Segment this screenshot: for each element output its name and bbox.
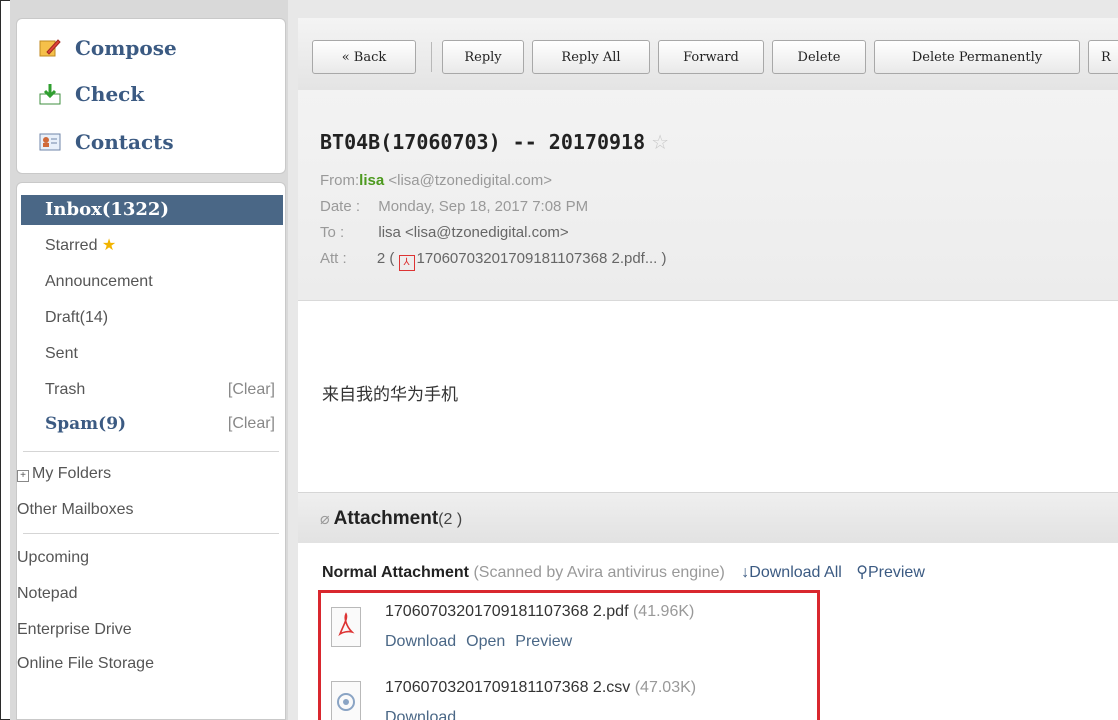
pdf-file-name: 17060703201709181107368 2.pdf (41.96K) (385, 603, 694, 621)
star-icon: ★ (101, 237, 117, 254)
download-all-link[interactable]: Download All (749, 564, 842, 581)
att-file-link[interactable]: 17060703201709181107368 2.pdf... ) (417, 250, 667, 267)
spam-label: Spam(9) (45, 414, 127, 434)
csv-file-name: 17060703201709181107368 2.csv (47.03K) (385, 679, 696, 697)
file-name-text: 17060703201709181107368 2.pdf (385, 603, 629, 620)
preview-all-link[interactable]: Preview (868, 564, 925, 581)
sidebar-item-enterprise-drive[interactable]: Enterprise Drive (17, 615, 285, 645)
date-label: Date : (320, 198, 361, 215)
sidebar-item-online-file-storage[interactable]: Online File Storage (17, 649, 285, 679)
pdf-file-icon (331, 607, 361, 647)
preview-link[interactable]: Preview (515, 633, 572, 650)
sidebar-item-sent[interactable]: Sent (17, 339, 285, 369)
delete-button[interactable]: Delete (772, 40, 866, 74)
csv-file-icon (331, 681, 361, 720)
my-folders-label: My Folders (32, 465, 112, 482)
divider (23, 533, 279, 534)
divider (23, 451, 279, 452)
message-view: « Back Reply Reply All Forward Delete De… (298, 18, 1118, 720)
check-mail-icon (39, 83, 61, 105)
att-count: 2 ( (376, 250, 399, 267)
contacts-label: Contacts (75, 130, 174, 154)
pdf-file-actions: Download Open Preview (385, 633, 582, 651)
attachment-count: (2 ) (438, 511, 463, 528)
more-button[interactable]: R (1088, 40, 1118, 74)
download-link[interactable]: Download (385, 633, 456, 650)
pdf-icon: ⅄ (398, 255, 415, 271)
contacts-button[interactable]: Contacts (39, 125, 174, 159)
att-row: Att : 2 ( ⅄ 17060703201709181107368 2.pdf… (320, 250, 667, 271)
toolbar: « Back Reply Reply All Forward Delete De… (298, 18, 1118, 90)
att-label: Att : (320, 250, 347, 267)
forward-button[interactable]: Forward (658, 40, 764, 74)
sidebar-item-trash[interactable]: Trash [Clear] (17, 375, 285, 405)
normal-attachment-row: Normal Attachment (Scanned by Avira anti… (322, 562, 925, 582)
scan-note: (Scanned by Avira antivirus engine) (473, 564, 725, 581)
sidebar-item-spam[interactable]: Spam(9) [Clear] (17, 409, 285, 439)
reply-all-button[interactable]: Reply All (532, 40, 650, 74)
subject-text: BT04B(17060703) -- 20170918 (320, 130, 646, 154)
trash-label: Trash (45, 381, 86, 398)
attachment-highlight: 17060703201709181107368 2.pdf (41.96K) D… (318, 590, 820, 720)
to-label: To : (320, 224, 345, 241)
csv-file-actions: Download (385, 709, 466, 720)
trash-clear-link[interactable]: [Clear] (228, 375, 275, 405)
sidebar-item-announcement[interactable]: Announcement (17, 267, 285, 297)
main-pane: « Back Reply Reply All Forward Delete De… (288, 0, 1118, 720)
to-value: lisa <lisa@tzonedigital.com> (378, 224, 569, 241)
download-link[interactable]: Download (385, 709, 456, 720)
attachment-title: ⌀ Attachment(2 ) (320, 508, 462, 530)
expand-icon[interactable]: + (17, 470, 29, 482)
sidebar: Compose Check Contacts Inbox(1322) Starr… (10, 0, 288, 720)
sidebar-item-other-mailboxes[interactable]: Other Mailboxes (17, 495, 285, 525)
sidebar-item-my-folders[interactable]: + My Folders (17, 459, 285, 489)
sender-email: <lisa@tzonedigital.com> (388, 172, 553, 189)
check-label: Check (75, 82, 145, 106)
delete-permanently-button[interactable]: Delete Permanently (874, 40, 1080, 74)
date-row: Date : Monday, Sep 18, 2017 7:08 PM (320, 198, 588, 215)
file-size: (41.96K) (632, 603, 695, 620)
search-icon: ⚲ (856, 564, 868, 581)
contacts-icon (39, 131, 61, 153)
attachment-title-text: Attachment (333, 508, 439, 529)
sidebar-actions: Compose Check Contacts (16, 18, 286, 174)
open-link[interactable]: Open (466, 633, 505, 650)
normal-attachment-label: Normal Attachment (322, 564, 469, 581)
check-button[interactable]: Check (39, 77, 144, 111)
from-row: From:lisa <lisa@tzonedigital.com> (320, 172, 552, 189)
spam-clear-link[interactable]: [Clear] (228, 409, 275, 439)
date-value: Monday, Sep 18, 2017 7:08 PM (378, 198, 589, 215)
to-row: To : lisa <lisa@tzonedigital.com> (320, 224, 569, 241)
back-button[interactable]: « Back (312, 40, 416, 74)
sidebar-item-upcoming[interactable]: Upcoming (17, 543, 285, 573)
file-name-text: 17060703201709181107368 2.csv (385, 679, 631, 696)
toolbar-divider (431, 42, 432, 72)
sidebar-item-inbox[interactable]: Inbox(1322) (21, 195, 283, 225)
sender-name[interactable]: lisa (359, 172, 384, 189)
attachment-header: ⌀ Attachment(2 ) (298, 492, 1118, 543)
compose-button[interactable]: Compose (39, 31, 177, 65)
message-body: 来自我的华为手机 (322, 385, 458, 404)
reply-button[interactable]: Reply (442, 40, 524, 74)
subject: BT04B(17060703) -- 20170918 ☆ (320, 130, 669, 154)
sidebar-item-notepad[interactable]: Notepad (17, 579, 285, 609)
compose-label: Compose (75, 36, 177, 60)
sidebar-item-starred[interactable]: Starred ★ (17, 231, 285, 261)
from-label: From: (320, 172, 360, 189)
sidebar-item-draft[interactable]: Draft(14) (17, 303, 285, 333)
star-toggle-icon[interactable]: ☆ (651, 130, 669, 154)
folder-list: Inbox(1322) Starred ★ Announcement Draft… (16, 182, 286, 720)
message-header: BT04B(17060703) -- 20170918 ☆ From:lisa <… (298, 90, 1118, 301)
file-size: (47.03K) (634, 679, 697, 696)
compose-icon (39, 37, 61, 59)
starred-label: Starred (45, 237, 98, 254)
paperclip-icon: ⌀ (320, 511, 330, 528)
